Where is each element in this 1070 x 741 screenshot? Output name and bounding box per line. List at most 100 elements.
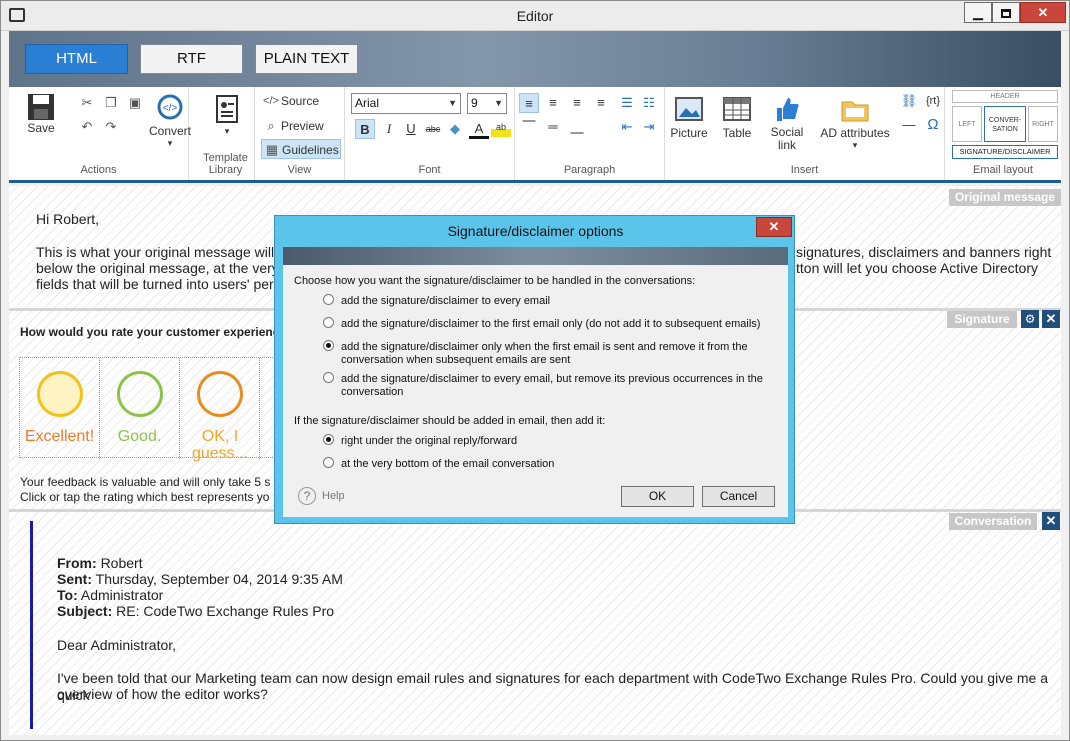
layout-header-button[interactable]: HEADER [952,90,1058,103]
rt-field-button[interactable]: {rt} [923,91,943,111]
radio-first-then-remove[interactable] [323,340,334,351]
source-label: Source [281,94,320,108]
font-family-select[interactable]: Arial ▼ [351,93,461,114]
option-every-email-label[interactable]: add the signature/disclaimer to every em… [341,295,550,308]
underline-button[interactable]: U [401,119,421,139]
option-every-remove-previous-label-2[interactable]: conversation [341,386,403,399]
original-line-2-right: tton will let you choose Active Director… [796,260,1038,276]
convert-button[interactable]: </> Convert ▾ [145,93,195,149]
radio-every-email[interactable] [323,294,334,305]
mode-html-button[interactable]: HTML [25,44,128,74]
redo-icon[interactable]: ↷ [101,117,121,137]
option-every-remove-previous-label-1[interactable]: add the signature/disclaimer to every em… [341,373,763,386]
template-dropdown-icon: ▾ [224,126,230,136]
ribbon: Save ✂ ❐ ▣ ↶ ↷ </> Convert ▾ Actions ▾ T… [9,87,1061,183]
rating-excellent[interactable]: Excellent! [20,358,100,459]
bullet-list-icon[interactable]: ☰ [617,93,637,113]
convert-dropdown-icon: ▾ [167,138,173,148]
layout-left-button[interactable]: LEFT [952,106,982,142]
help-label: Help [322,490,345,502]
conversation-tag: Conversation [949,513,1037,530]
horizontal-line-icon[interactable]: — [899,115,919,135]
table-button[interactable]: Table [717,97,757,140]
group-email-layout: HEADER LEFT CONVER-SATION RIGHT SIGNATUR… [945,87,1061,180]
rating-table: Excellent! Good. OK, I guess... [19,357,277,462]
preview-button[interactable]: ⌕ Preview [261,116,323,136]
layout-signature-disclaimer-button[interactable]: SIGNATURE/DISCLAIMER [952,145,1058,159]
outdent-icon[interactable]: ⇤ [617,117,637,137]
save-button[interactable]: Save [23,93,59,135]
sun-face-icon [37,371,83,417]
option-first-email-only-label[interactable]: add the signature/disclaimer to the firs… [341,318,760,331]
smiley-face-icon [117,371,163,417]
option-first-then-remove-label-1[interactable]: add the signature/disclaimer only when t… [341,341,748,354]
cancel-button[interactable]: Cancel [702,486,775,507]
align-top-icon[interactable]: ⎺ [519,117,539,137]
font-size-select[interactable]: 9 ▼ [467,93,507,114]
template-library-icon [216,95,238,123]
bold-button[interactable]: B [355,119,375,139]
signature-settings-gear-icon[interactable]: ⚙ [1021,310,1039,328]
indent-icon[interactable]: ⇥ [639,117,659,137]
rating-good[interactable]: Good. [100,358,180,459]
strikethrough-button[interactable]: abc [423,119,443,139]
option-bottom-conversation-label[interactable]: at the very bottom of the email conversa… [341,458,554,471]
dialog-close-button[interactable]: ✕ [756,217,792,237]
group-label-actions: Actions [80,164,117,176]
copy-icon[interactable]: ❐ [101,93,121,113]
source-button[interactable]: </> Source [261,91,319,111]
paste-icon[interactable]: ▣ [125,93,145,113]
align-left-icon[interactable]: ≡ [519,93,539,113]
subject-label: Subject: [57,603,113,619]
ad-attributes-label: AD attributes [820,126,890,140]
clear-format-icon[interactable]: ◆ [445,119,465,139]
layout-conversation-button[interactable]: CONVER-SATION [984,106,1026,142]
body-line-2: overview of how the editor works? [57,686,268,702]
font-color-button[interactable]: A [469,119,489,139]
group-label-email-layout: Email layout [973,164,1033,176]
align-center-icon[interactable]: ≡ [543,93,563,113]
group-view: </> Source ⌕ Preview ▦ Guidelines View [255,87,345,180]
guidelines-button[interactable]: ▦ Guidelines [261,139,341,159]
highlight-button[interactable]: ab [491,117,511,137]
original-line-1-left: This is what your original message will … [36,244,297,260]
align-right-icon[interactable]: ≡ [567,93,587,113]
rating-ok[interactable]: OK, I guess... [180,358,260,462]
feedback-line-2: Click or tap the rating which best repre… [20,490,270,504]
ad-dropdown-icon: ▾ [852,140,858,150]
ad-attributes-button[interactable]: AD attributes ▾ [815,97,895,151]
svg-text:</>: </> [163,103,178,114]
maximize-button[interactable] [992,2,1020,23]
picture-button[interactable]: Picture [669,97,709,140]
close-button[interactable]: ✕ [1020,2,1066,23]
numbered-list-icon[interactable]: ☷ [639,93,659,113]
ok-button[interactable]: OK [621,486,694,507]
link-icon[interactable]: ⛓ [899,91,919,111]
option-first-then-remove-label-2[interactable]: conversation when subsequent emails are … [341,354,570,367]
align-middle-icon[interactable]: ═ [543,117,563,137]
mode-plain-text-button[interactable]: PLAIN TEXT [255,44,358,74]
rating-question: How would you rate your customer experie… [20,325,280,339]
social-link-button[interactable]: Social link [765,95,809,152]
signature-options-dialog: Signature/disclaimer options ✕ Choose ho… [274,215,795,524]
mode-rtf-button[interactable]: RTF [140,44,243,74]
minimize-button[interactable]: ▁ [964,2,992,23]
option-under-reply-label[interactable]: right under the original reply/forward [341,435,517,448]
table-label: Table [722,126,752,140]
radio-under-reply[interactable] [323,434,334,445]
layout-right-button[interactable]: RIGHT [1028,106,1058,142]
group-label-font: Font [418,164,441,176]
justify-icon[interactable]: ≡ [591,93,611,113]
symbol-button[interactable]: Ω [923,115,943,135]
align-bottom-icon[interactable]: ⎽ [567,117,587,137]
conversation-close-icon[interactable]: ✕ [1042,512,1060,530]
source-icon: </> [263,95,279,107]
radio-bottom-conversation[interactable] [323,457,334,468]
template-library-button[interactable]: ▾ [207,95,247,137]
radio-first-email-only[interactable] [323,317,334,328]
signature-remove-close-icon[interactable]: ✕ [1042,310,1060,328]
italic-button[interactable]: I [379,119,399,139]
radio-every-remove-previous[interactable] [323,372,334,383]
undo-icon[interactable]: ↶ [77,117,97,137]
cut-icon[interactable]: ✂ [77,93,97,113]
